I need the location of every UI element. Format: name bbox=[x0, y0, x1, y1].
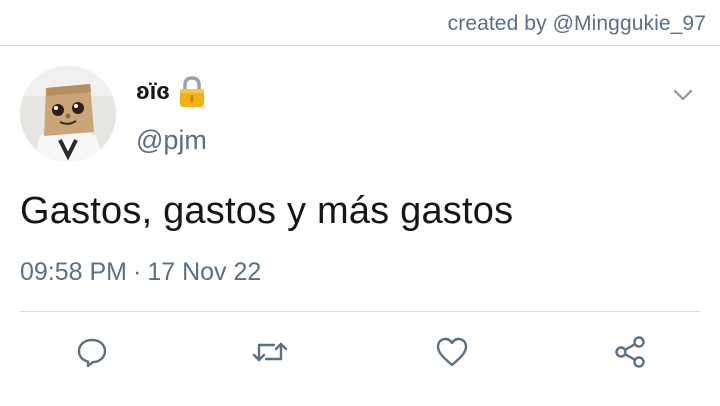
actions-divider bbox=[20, 311, 700, 312]
reply-icon[interactable] bbox=[72, 332, 112, 372]
retweet-icon[interactable] bbox=[250, 332, 290, 372]
header-divider bbox=[0, 45, 720, 46]
share-icon[interactable] bbox=[610, 332, 650, 372]
chevron-down-icon[interactable] bbox=[672, 84, 694, 106]
tweet-date: 17 Nov 22 bbox=[147, 258, 262, 286]
meta-separator: · bbox=[133, 258, 142, 286]
tweet-actions bbox=[0, 332, 720, 372]
tweet-timestamp[interactable]: 09:58 PM · 17 Nov 22 bbox=[20, 258, 261, 287]
display-name-row: ʚïɞ bbox=[136, 76, 206, 108]
lock-icon bbox=[178, 76, 206, 108]
user-handle[interactable]: @pjm bbox=[136, 125, 207, 156]
tweet-text: Gastos, gastos y más gastos bbox=[20, 190, 514, 232]
tweet-time: 09:58 PM bbox=[20, 258, 128, 286]
heart-icon[interactable] bbox=[432, 332, 472, 372]
display-name[interactable]: ʚïɞ bbox=[136, 78, 170, 106]
creator-credit: created by @Minggukie_97 bbox=[447, 12, 706, 35]
tweet-screenshot: created by @Minggukie_97 ʚïɞ @pjm Gastos… bbox=[0, 0, 720, 406]
avatar[interactable] bbox=[20, 66, 116, 162]
